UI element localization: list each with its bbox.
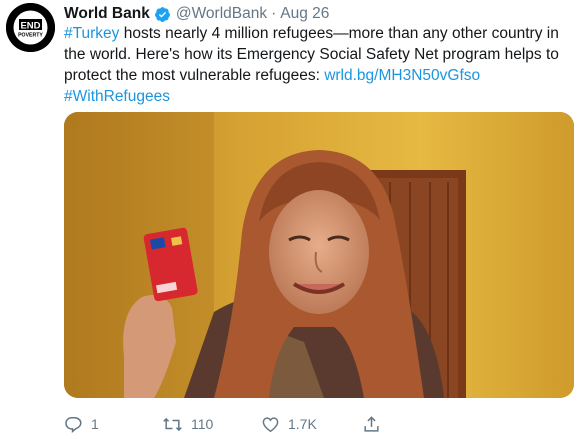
share-button[interactable] xyxy=(362,412,389,436)
tweet-date[interactable]: Aug 26 xyxy=(280,5,329,23)
share-icon xyxy=(364,415,379,432)
retweet-button[interactable]: 110 xyxy=(162,412,213,436)
shortened-url-link[interactable]: wrld.bg/MH3N50vGfso xyxy=(324,67,480,84)
like-count: 1.7K xyxy=(288,416,317,432)
reply-icon xyxy=(65,416,82,433)
avatar[interactable]: END POVERTY xyxy=(6,3,55,52)
reply-count: 1 xyxy=(91,416,99,432)
like-button[interactable]: 1.7K xyxy=(261,412,317,436)
hashtag-withrefugees-link[interactable]: #WithRefugees xyxy=(64,88,170,105)
avatar-text-bottom: POVERTY xyxy=(18,33,43,39)
retweet-count: 110 xyxy=(191,416,214,432)
display-name[interactable]: World Bank xyxy=(64,5,150,23)
separator-dot: · xyxy=(271,5,277,22)
photo-woman-holding-card xyxy=(64,112,574,398)
like-icon xyxy=(262,416,279,432)
tweet-line-4: #WithRefugees xyxy=(64,86,576,107)
verified-badge-icon xyxy=(154,6,171,23)
end-poverty-logo: END POVERTY xyxy=(6,3,55,52)
hashtag-turkey-link[interactable]: #Turkey xyxy=(64,25,119,42)
tweet-photo[interactable] xyxy=(64,112,574,398)
tweet-line-1: #Turkey hosts nearly 4 million refugees—… xyxy=(64,23,576,44)
tweet-text: #Turkey hosts nearly 4 million refugees—… xyxy=(64,23,576,107)
tweet-actions: 1 110 1.7K xyxy=(64,412,444,436)
tweet-line-3-text: protect the most vulnerable refugees: xyxy=(64,67,325,84)
reply-button[interactable]: 1 xyxy=(64,412,99,436)
retweet-icon xyxy=(163,417,182,431)
tweet-line-1-text: hosts nearly 4 million refugees—more tha… xyxy=(119,25,559,42)
tweet-line-2: the world. Here's how its Emergency Soci… xyxy=(64,46,559,63)
tweet-header: World Bank @WorldBank · Aug 26 xyxy=(64,4,329,24)
tweet-line-3: protect the most vulnerable refugees: wr… xyxy=(64,65,576,86)
avatar-text-top: END xyxy=(20,20,40,31)
user-handle[interactable]: @WorldBank xyxy=(176,5,267,23)
